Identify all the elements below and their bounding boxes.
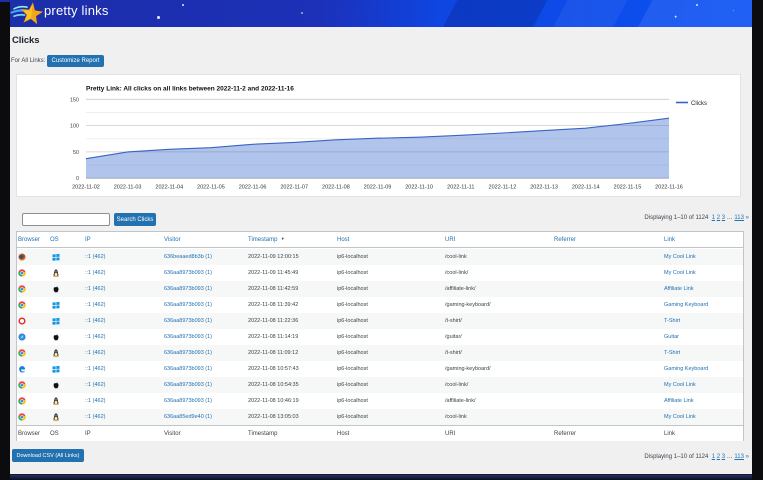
svg-text:2022-11-15: 2022-11-15 — [614, 185, 642, 191]
svg-text:2022-11-16: 2022-11-16 — [655, 185, 683, 191]
svg-text:2022-11-03: 2022-11-03 — [114, 185, 142, 191]
svg-text:2022-11-06: 2022-11-06 — [239, 185, 267, 191]
svg-text:2022-11-12: 2022-11-12 — [489, 185, 517, 191]
svg-text:2022-11-13: 2022-11-13 — [530, 185, 558, 191]
svg-text:2022-11-04: 2022-11-04 — [155, 185, 183, 191]
svg-text:2022-11-02: 2022-11-02 — [72, 185, 100, 191]
svg-text:Clicks: Clicks — [691, 101, 707, 107]
svg-text:100: 100 — [70, 124, 79, 130]
svg-text:2022-11-09: 2022-11-09 — [364, 185, 392, 191]
svg-text:2022-11-14: 2022-11-14 — [572, 185, 600, 191]
svg-text:0: 0 — [76, 176, 79, 182]
svg-text:2022-11-08: 2022-11-08 — [322, 185, 350, 191]
svg-text:50: 50 — [73, 150, 79, 156]
svg-text:2022-11-07: 2022-11-07 — [280, 185, 308, 191]
svg-text:2022-11-10: 2022-11-10 — [405, 185, 433, 191]
svg-text:2022-11-11: 2022-11-11 — [447, 185, 474, 191]
svg-text:2022-11-05: 2022-11-05 — [197, 185, 225, 191]
svg-text:Pretty Link: All clicks on all: Pretty Link: All clicks on all links bet… — [86, 86, 294, 93]
svg-text:150: 150 — [70, 97, 79, 103]
